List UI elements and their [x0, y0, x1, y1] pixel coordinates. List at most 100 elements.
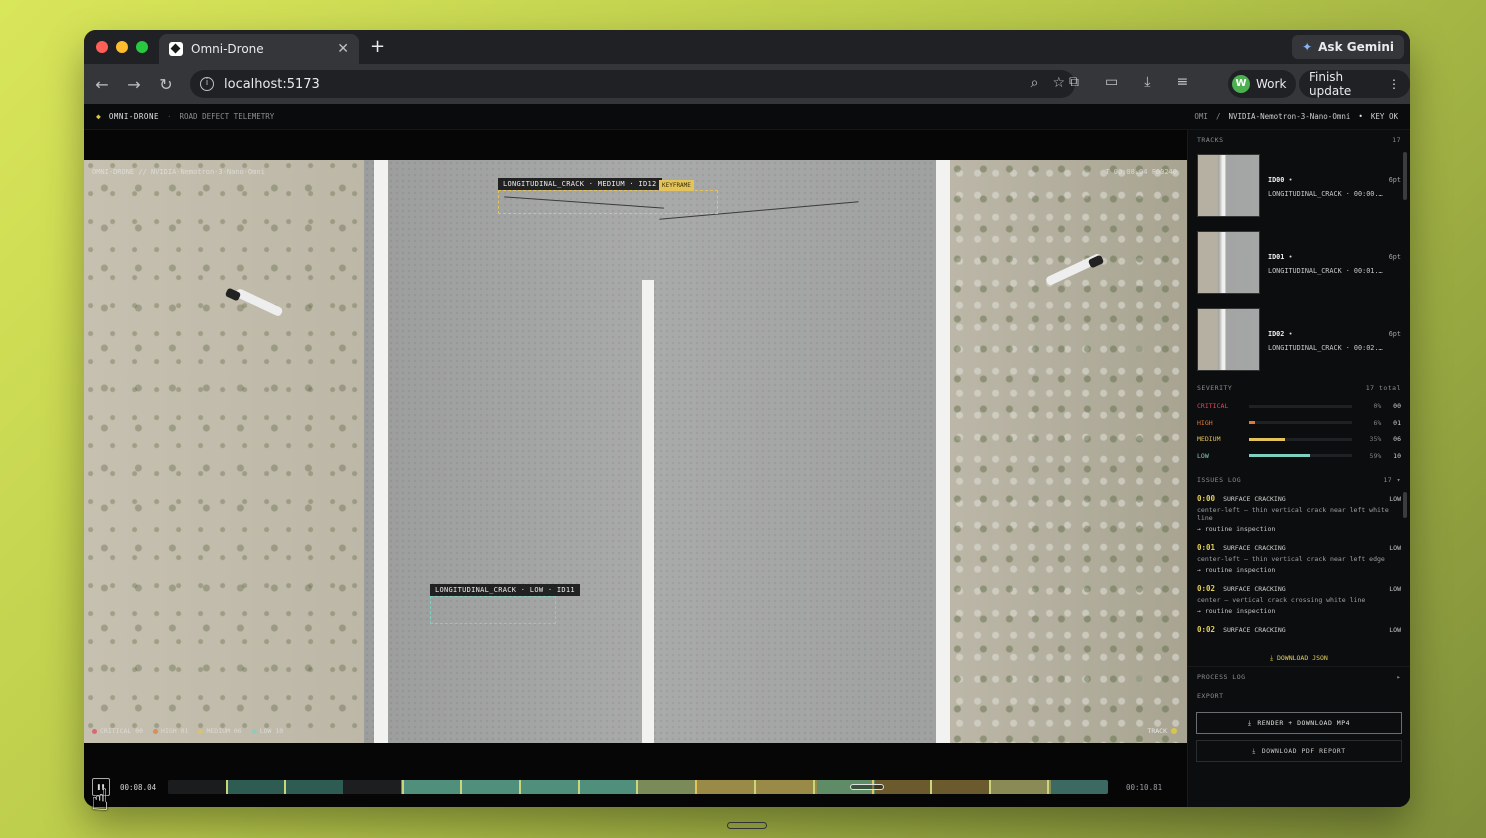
render-mp4-label: RENDER + DOWNLOAD MP4	[1257, 719, 1351, 727]
tracks-scrollbar[interactable]	[1403, 152, 1407, 200]
issue-entry[interactable]: 0:01 SURFACE CRACKING LOW center-left — …	[1188, 539, 1410, 580]
issue-entry[interactable]: 0:00 SURFACE CRACKING LOW center-left — …	[1188, 490, 1410, 539]
keyframe-tick[interactable]	[1047, 780, 1049, 794]
key-status-dot: •	[1358, 112, 1363, 121]
finish-update-button[interactable]: Finish update ⋮	[1299, 70, 1410, 98]
video-panel: LONGITUDINAL_CRACK · MEDIUM · ID12 KEYFR…	[84, 130, 1187, 807]
keyframe-tick[interactable]	[402, 780, 404, 794]
media-controls-icon[interactable]: ≡	[1176, 74, 1188, 90]
legend-label: CRITICAL 00	[100, 727, 144, 735]
render-download-mp4-button[interactable]: ⤓ RENDER + DOWNLOAD MP4	[1196, 712, 1402, 734]
browser-tab[interactable]: Omni-Drone ✕	[159, 34, 359, 64]
keyframe-tick[interactable]	[519, 780, 521, 794]
issue-action: → routine inspection	[1197, 566, 1276, 574]
zoom-icon[interactable]: ⌕	[1031, 75, 1039, 91]
keyframe-tick[interactable]	[695, 780, 697, 794]
header-separator: ·	[166, 112, 172, 121]
close-tab-icon[interactable]: ✕	[337, 41, 349, 57]
drone-video-frame[interactable]: LONGITUDINAL_CRACK · MEDIUM · ID12 KEYFR…	[84, 160, 1187, 743]
url-text: localhost:5173	[224, 76, 320, 92]
legend-label: HIGH 01	[161, 727, 189, 735]
minimize-window-button[interactable]	[116, 41, 128, 53]
site-info-icon[interactable]: i	[200, 77, 214, 91]
app-subtitle: ROAD DEFECT TELEMETRY	[179, 112, 275, 121]
severity-bar	[1249, 437, 1352, 441]
keyframe-tick[interactable]	[578, 780, 580, 794]
close-window-button[interactable]	[96, 41, 108, 53]
new-tab-button[interactable]: +	[370, 36, 385, 57]
severity-title: SEVERITY	[1197, 384, 1233, 392]
maximize-window-button[interactable]	[136, 41, 148, 53]
severity-count: 00	[1393, 402, 1401, 411]
track-card[interactable]: ID01 • 6pt LONGITUDINAL_CRACK · 00:01.…	[1188, 227, 1410, 304]
keyframe-tick[interactable]	[636, 780, 638, 794]
track-thumbnail	[1197, 154, 1260, 217]
issue-description: center — vertical crack crossing white l…	[1197, 596, 1366, 604]
track-toggle[interactable]: TRACK	[1147, 727, 1177, 735]
timeline-segment	[875, 780, 991, 794]
chevron-right-icon: ▸	[1396, 672, 1401, 681]
legend-dot	[198, 728, 204, 734]
download-json-button[interactable]: ⤓ DOWNLOAD JSON	[1188, 650, 1410, 666]
detection-box-id12[interactable]	[498, 190, 718, 214]
issues-scrollbar[interactable]	[1403, 492, 1407, 518]
severity-legend: CRITICAL 00 HIGH 01 MEDIUM 06 LOW 10	[92, 727, 283, 735]
avatar: W	[1232, 75, 1250, 93]
severity-percent: 0%	[1373, 402, 1382, 411]
severity-panel: SEVERITY 17 total CRITICAL 0% 00 HIGH 6%…	[1188, 378, 1410, 470]
issue-type: SURFACE CRACKING	[1223, 584, 1286, 593]
playhead-handle[interactable]	[850, 784, 885, 790]
address-bar[interactable]: i localhost:5173 ⌕ ☆	[190, 70, 1075, 98]
profile-button[interactable]: W Work	[1228, 70, 1297, 98]
timeline-bar: ❚❚ 00:08.04 00:10.81	[84, 767, 1187, 807]
process-log-title: PROCESS LOG	[1197, 672, 1246, 681]
keyframe-tick[interactable]	[989, 780, 991, 794]
track-thumbnail	[1197, 308, 1260, 371]
download-pdf-button[interactable]: ⤓ DOWNLOAD PDF REPORT	[1196, 740, 1402, 762]
process-log-header[interactable]: PROCESS LOG ▸	[1188, 666, 1410, 686]
download-icon[interactable]: ⤓	[1144, 74, 1150, 90]
issue-severity: LOW	[1389, 494, 1401, 503]
issue-entry[interactable]: 0:02 SURFACE CRACKING LOW	[1188, 621, 1410, 640]
more-menu-icon[interactable]: ⋮	[1388, 77, 1400, 91]
detection-box-id11[interactable]	[430, 596, 556, 624]
tab-title: Omni-Drone	[191, 42, 264, 56]
keyframe-tick[interactable]	[930, 780, 932, 794]
issues-header[interactable]: ISSUES LOG 17 ▾	[1188, 470, 1410, 490]
bookmark-star-icon[interactable]: ☆	[1052, 75, 1065, 91]
ask-gemini-button[interactable]: ✦ Ask Gemini	[1292, 35, 1404, 59]
legend-label: LOW 10	[259, 727, 284, 735]
keyframe-tick[interactable]	[754, 780, 756, 794]
timeline-scrubber[interactable]	[168, 780, 1108, 794]
extensions-icon[interactable]: ⧉	[1069, 74, 1079, 90]
reload-icon[interactable]: ↻	[150, 75, 182, 94]
right-sidebar: TRACKS 17 ID00 • 6pt LONGITUDINAL_CRACK …	[1187, 130, 1410, 807]
legend-medium: MEDIUM 06	[198, 727, 242, 735]
back-icon[interactable]: ←	[86, 75, 118, 94]
forward-icon[interactable]: →	[118, 75, 150, 94]
severity-bar-fill	[1249, 421, 1256, 425]
right-edge-line	[936, 160, 950, 743]
tab-bar: Omni-Drone ✕ + ✦ Ask Gemini	[84, 30, 1410, 64]
download-pdf-label: DOWNLOAD PDF REPORT	[1261, 747, 1346, 755]
track-card[interactable]: ID02 • 6pt LONGITUDINAL_CRACK · 00:02.…	[1188, 304, 1410, 378]
issue-entry[interactable]: 0:02 SURFACE CRACKING LOW center — verti…	[1188, 580, 1410, 621]
tab-search-icon[interactable]: ▭	[1105, 74, 1118, 90]
track-card[interactable]: ID00 • 6pt LONGITUDINAL_CRACK · 00:00.…	[1188, 150, 1410, 227]
track-toggle-label: TRACK	[1147, 727, 1167, 735]
keyframe-tick[interactable]	[226, 780, 228, 794]
severity-percent: 59%	[1369, 451, 1382, 460]
severity-name: LOW	[1197, 451, 1209, 460]
track-status-dot	[1171, 728, 1177, 734]
keyframe-tick[interactable]	[813, 780, 815, 794]
keyframe-tick[interactable]	[284, 780, 286, 794]
severity-name: MEDIUM	[1197, 435, 1221, 444]
favicon-icon	[169, 42, 183, 56]
track-points: 6pt	[1388, 253, 1401, 261]
header-omni: OMI	[1194, 112, 1208, 121]
track-points: 6pt	[1388, 330, 1401, 338]
severity-count: 06	[1393, 435, 1401, 444]
keyframe-tick[interactable]	[460, 780, 462, 794]
tracks-title: TRACKS	[1197, 136, 1224, 144]
track-points: 6pt	[1388, 176, 1401, 184]
